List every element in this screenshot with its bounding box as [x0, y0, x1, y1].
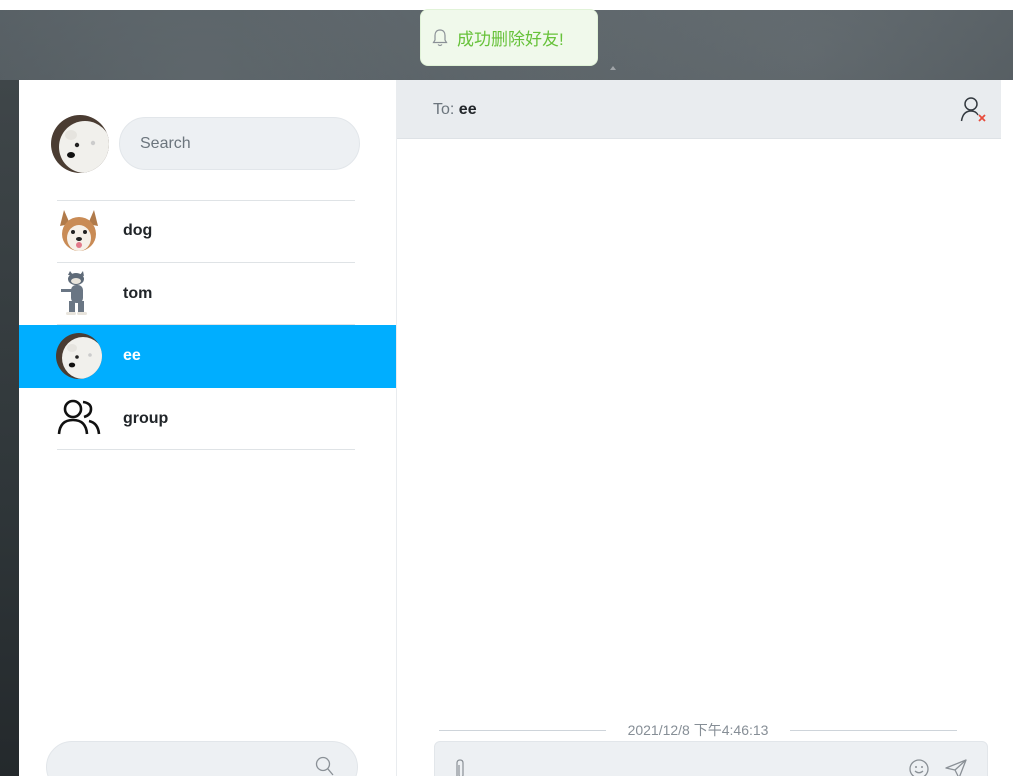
- contact-item-group[interactable]: group: [19, 388, 396, 450]
- bell-icon: [432, 28, 448, 46]
- contacts-sidebar: dog tom: [19, 80, 396, 776]
- contact-list: dog tom ee group: [19, 200, 396, 450]
- ice-bear-avatar: [56, 333, 102, 379]
- scroll-up-arrow[interactable]: [610, 66, 616, 70]
- chat-panel: To: ee 2021/12/8 下午4:46:13: [396, 80, 1001, 776]
- contact-name: group: [123, 409, 169, 427]
- my-avatar[interactable]: [51, 115, 109, 173]
- message-composer[interactable]: [434, 741, 988, 776]
- contact-name: dog: [123, 222, 153, 239]
- search-input[interactable]: [140, 134, 330, 153]
- bottom-search-bar[interactable]: [46, 741, 358, 776]
- contact-name: ee: [123, 347, 141, 364]
- divider: [57, 449, 355, 450]
- chat-header: To: ee: [397, 80, 1001, 139]
- recipient-label: To: ee: [433, 101, 477, 118]
- emoji-icon[interactable]: [908, 758, 930, 776]
- scrollbar[interactable]: [1003, 140, 1013, 776]
- recipient-name: ee: [458, 101, 477, 118]
- remove-user-icon[interactable]: [960, 96, 988, 124]
- divider: [790, 729, 958, 731]
- message-timestamp: 2021/12/8 下午4:46:13: [627, 722, 769, 738]
- paperclip-icon[interactable]: [453, 758, 467, 776]
- contact-item-tom[interactable]: tom: [19, 263, 396, 325]
- contact-search[interactable]: [119, 117, 360, 170]
- ice-bear-avatar: [51, 115, 109, 173]
- search-icon[interactable]: [315, 756, 335, 776]
- contact-item-ee[interactable]: ee: [19, 325, 396, 388]
- divider: [439, 729, 606, 731]
- message-area: 2021/12/8 下午4:46:13: [397, 140, 1001, 776]
- background-left-edge: [0, 80, 19, 776]
- send-icon[interactable]: [944, 758, 968, 776]
- tom-cat-avatar: [56, 270, 102, 317]
- husky-dog-avatar: [56, 208, 102, 254]
- toast-message: 成功删除好友!: [457, 30, 564, 49]
- success-toast: 成功删除好友!: [420, 9, 598, 66]
- contact-name: tom: [123, 284, 153, 302]
- group-icon: [56, 396, 102, 442]
- timestamp-separator: 2021/12/8 下午4:46:13: [439, 720, 958, 740]
- contact-item-dog[interactable]: dog: [19, 200, 396, 263]
